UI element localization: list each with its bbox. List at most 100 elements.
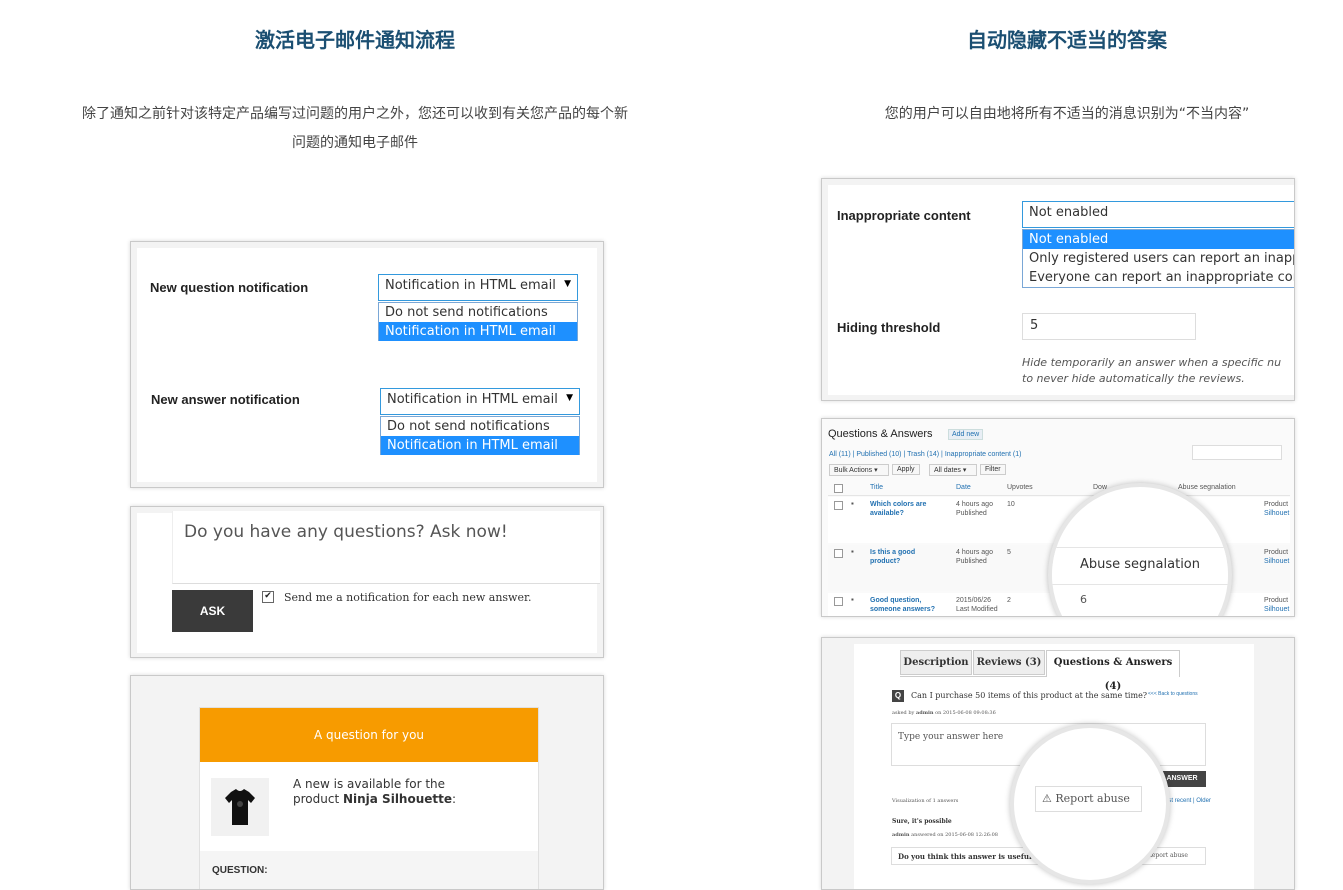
row-product-line-1: Product (1264, 597, 1289, 604)
new-answer-options-list: Do not send notifications Notification i… (380, 416, 580, 455)
email-body-line-1: A new is available for the (293, 777, 446, 791)
asked-by-prefix: asked by (892, 710, 916, 716)
option-do-not-send[interactable]: Do not send notifications (379, 303, 577, 322)
search-box[interactable] (1192, 445, 1282, 460)
email-body-text: A new is available for the product Ninja… (293, 777, 456, 807)
email-preview-screenshot: A question for you A new is available fo… (130, 675, 604, 890)
asked-by-date: on 2015-06-08 09:08:36 (933, 710, 996, 716)
row-product-line-2[interactable]: Silhouet (1264, 510, 1289, 517)
column-title[interactable]: Title (870, 484, 883, 491)
asked-by: asked by admin on 2015-06-08 09:08:36 (892, 710, 996, 716)
option-not-enabled[interactable]: Not enabled (1023, 230, 1294, 249)
new-question-notification-value: Notification in HTML email (385, 278, 556, 293)
question-text: Can I purchase 50 items of this product … (911, 691, 1148, 700)
bulk-actions-select[interactable]: Bulk Actions ▾ (829, 464, 889, 476)
tab-reviews[interactable]: Reviews (3) (973, 650, 1045, 675)
dropdown-arrow-icon: ▾ (962, 467, 967, 474)
warning-icon: ⚠ (1042, 792, 1052, 805)
back-to-questions-link[interactable]: <<< Back to questions (1148, 691, 1198, 697)
all-dates-select[interactable]: All dates ▾ (929, 464, 977, 476)
inappropriate-content-value: Not enabled (1029, 205, 1109, 220)
email-card: A question for you A new is available fo… (199, 707, 539, 889)
left-desc-line-2: 问题的通知电子邮件 (292, 135, 418, 151)
email-product-name: Ninja Silhouette (342, 792, 453, 806)
left-desc-line-1: 除了通知之前针对该特定产品编写过问题的用户之外，您还可以收到有关您产品的每个新 (82, 106, 628, 122)
row-title-line-2[interactable]: someone answers? (870, 606, 935, 613)
row-checkbox[interactable] (834, 501, 843, 510)
dropdown-arrow-icon: ▼ (564, 279, 571, 289)
all-dates-value: All dates (934, 467, 961, 474)
notify-checkbox[interactable]: ✔ (262, 591, 274, 603)
new-answer-notification-select[interactable]: Notification in HTML email ▼ (380, 388, 580, 415)
notify-checkbox-label: Send me a notification for each new answ… (284, 591, 532, 604)
add-new-button[interactable]: Add new (948, 429, 984, 440)
new-question-notification-label: New question notification (150, 280, 309, 295)
tab-description[interactable]: Description (900, 650, 972, 675)
row-upvotes: 2 (1007, 597, 1011, 604)
row-checkbox[interactable] (834, 597, 843, 606)
hiding-threshold-input[interactable]: 5 (1022, 313, 1196, 340)
left-section-description: 除了通知之前针对该特定产品编写过问题的用户之外，您还可以收到有关您产品的每个新 … (10, 100, 700, 158)
ask-question-textarea[interactable]: Do you have any questions? Ask now! (172, 511, 600, 584)
right-section-title: 自动隐藏不适当的答案 (967, 28, 1167, 52)
inappropriate-options-list: Not enabled Only registered users can re… (1022, 229, 1294, 288)
ask-question-placeholder: Do you have any questions? Ask now! (184, 522, 508, 542)
option-registered-users[interactable]: Only registered users can report an inap… (1023, 249, 1294, 268)
row-product-line-2[interactable]: Silhouet (1264, 558, 1289, 565)
zoom-report-abuse-text: ⚠ Report abuse (1042, 792, 1130, 805)
apply-button[interactable]: Apply (892, 464, 920, 475)
row-title-line-1[interactable]: Good question, (870, 597, 921, 604)
inappropriate-content-label: Inappropriate content (837, 208, 971, 223)
answered-by-user: admin (892, 832, 910, 838)
zoom-abuse-header: Abuse segnalation (1080, 557, 1200, 572)
email-header: A question for you (200, 708, 538, 762)
new-question-notification-select[interactable]: Notification in HTML email ▼ (378, 274, 578, 301)
comment-icon: ▪ (851, 499, 854, 508)
ask-question-screenshot: Do you have any questions? Ask now! ASK … (130, 506, 604, 658)
option-html-email[interactable]: Notification in HTML email (381, 436, 579, 455)
product-qa-screenshot: Description Reviews (3) Questions & Answ… (821, 637, 1295, 890)
tab-questions-answers[interactable]: Questions & Answers (4) (1046, 650, 1180, 692)
row-date-line-2: Last Modified (956, 606, 998, 613)
column-abuse: Abuse segnalation (1178, 484, 1236, 491)
email-question-label: QUESTION: (212, 865, 268, 876)
row-title-line-2[interactable]: available? (870, 510, 904, 517)
row-title-line-2[interactable]: product? (870, 558, 900, 565)
inappropriate-settings-screenshot: Inappropriate content Not enabled Not en… (821, 178, 1295, 401)
column-date[interactable]: Date (956, 484, 971, 491)
ask-button[interactable]: ASK (172, 590, 253, 632)
row-date-line-2: Published (956, 510, 987, 517)
zoom-report-abuse-button[interactable]: ⚠ Report abuse (1035, 786, 1142, 812)
table-header-row: Title Date Upvotes Dow Abuse segnalation (828, 481, 1290, 496)
report-abuse-magnifier: ⚠ Report abuse (1010, 724, 1170, 884)
row-date-line-1: 4 hours ago (956, 501, 993, 508)
left-section-title: 激活电子邮件通知流程 (255, 28, 455, 52)
option-html-email[interactable]: Notification in HTML email (379, 322, 577, 341)
filter-button[interactable]: Filter (980, 464, 1006, 475)
option-everyone[interactable]: Everyone can report an inappropriate con (1023, 268, 1294, 287)
row-product-line-2[interactable]: Silhouet (1264, 606, 1289, 613)
help-line-2: to never hide automatically the reviews. (1022, 372, 1245, 385)
tshirt-icon (225, 789, 255, 825)
dropdown-arrow-icon: ▾ (874, 467, 878, 474)
row-title-line-1[interactable]: Is this a good (870, 549, 915, 556)
email-question-section: QUESTION: (200, 851, 538, 889)
inappropriate-content-select[interactable]: Not enabled (1022, 201, 1294, 228)
row-title-line-1[interactable]: Which colors are (870, 501, 926, 508)
help-line-1: Hide temporarily an answer when a specif… (1022, 356, 1282, 369)
useful-question: Do you think this answer is useful? (898, 852, 1036, 861)
answered-by: admin answered on 2015-06-08 12:26:08 (892, 832, 998, 838)
email-product-suffix: : (452, 792, 457, 806)
notification-settings-screenshot: New question notification Notification i… (130, 241, 604, 488)
option-do-not-send[interactable]: Do not send notifications (381, 417, 579, 436)
email-body-line-2: product Ninja Silhouette: (293, 792, 456, 807)
new-answer-notification-label: New answer notification (151, 392, 300, 407)
hiding-threshold-label: Hiding threshold (837, 320, 941, 335)
report-abuse-small-label: Report abuse (1147, 852, 1188, 859)
question-badge: Q (892, 690, 904, 702)
row-checkbox[interactable] (834, 549, 843, 558)
select-all-checkbox[interactable] (834, 484, 843, 493)
row-product-line-1: Product (1264, 549, 1289, 556)
status-filters[interactable]: All (11) | Published (10) | Trash (14) |… (829, 451, 1021, 458)
admin-questions-screenshot: Questions & Answers Add new All (11) | P… (821, 418, 1295, 617)
